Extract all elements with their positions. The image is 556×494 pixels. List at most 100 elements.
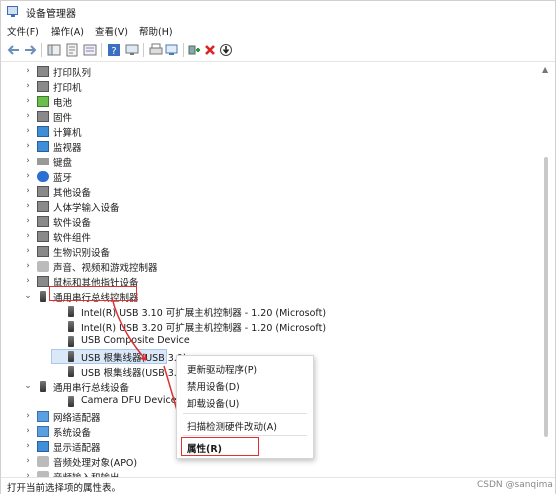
device-manager-app-icon	[7, 6, 18, 17]
scroll-up-arrow-icon[interactable]: ▲	[542, 65, 548, 74]
chevron-right-icon[interactable]: ›	[23, 96, 33, 106]
chevron-right-icon[interactable]: ›	[23, 81, 33, 91]
chevron-right-icon[interactable]: ›	[23, 156, 33, 166]
software-component-icon	[37, 231, 49, 242]
back-arrow-icon[interactable]	[7, 43, 21, 57]
menu-scan-hardware[interactable]: 扫描检测硬件改动(A)	[187, 419, 277, 433]
chevron-down-icon[interactable]: ⌄	[23, 291, 33, 301]
uninstall-device-icon[interactable]	[203, 43, 217, 57]
print-icon[interactable]	[149, 43, 163, 57]
device-label: USB 根集线器(USB 3.0)	[81, 368, 187, 379]
menu-file[interactable]: 文件(F)	[7, 24, 39, 38]
device-category[interactable]: › 软件设备	[1, 214, 536, 229]
usb-icon	[68, 306, 74, 317]
menu-separator	[183, 435, 307, 436]
chevron-right-icon[interactable]: ›	[23, 141, 33, 151]
network-adapter-icon	[37, 411, 49, 422]
hid-icon	[37, 201, 49, 212]
device-category[interactable]: › 蓝牙	[1, 169, 536, 184]
device-label: Intel(R) USB 3.20 可扩展主机控制器 - 1.20 (Micro…	[81, 323, 327, 334]
show-hide-console-tree-icon[interactable]	[47, 43, 61, 57]
device-category[interactable]: › 打印队列	[1, 64, 536, 79]
device-category[interactable]: › 计算机	[1, 124, 536, 139]
device-category[interactable]: › 声音、视频和游戏控制器	[1, 259, 536, 274]
menu-disable-device[interactable]: 禁用设备(D)	[187, 379, 240, 393]
scrollbar-thumb[interactable]	[544, 157, 548, 437]
properties-sheet-icon[interactable]	[65, 43, 79, 57]
menu-uninstall-device[interactable]: 卸载设备(U)	[187, 396, 239, 410]
menu-action[interactable]: 操作(A)	[51, 24, 84, 38]
enable-device-icon[interactable]	[187, 43, 201, 57]
device-category[interactable]: › 生物识别设备	[1, 244, 536, 259]
chevron-right-icon[interactable]: ›	[23, 216, 33, 226]
chevron-right-icon[interactable]: ›	[23, 126, 33, 136]
chevron-down-icon[interactable]: ⌄	[23, 381, 33, 391]
menu-properties[interactable]: 属性(R)	[187, 441, 222, 455]
chevron-right-icon[interactable]: ›	[23, 201, 33, 211]
device-label: 电池	[53, 98, 73, 109]
device-category[interactable]: › 软件组件	[1, 229, 536, 244]
printer-icon	[37, 81, 49, 92]
help-icon[interactable]: ?	[107, 43, 121, 57]
toolbar-divider	[101, 43, 102, 57]
device-category[interactable]: › 打印机	[1, 79, 536, 94]
device-category[interactable]: › 其他设备	[1, 184, 536, 199]
chevron-right-icon[interactable]: ›	[23, 261, 33, 271]
svg-text:?: ?	[111, 46, 116, 57]
device-label: 键盘	[53, 158, 73, 169]
chevron-right-icon[interactable]: ›	[23, 186, 33, 196]
device-category[interactable]: › 监视器	[1, 139, 536, 154]
software-device-icon	[37, 216, 49, 227]
chevron-right-icon[interactable]: ›	[23, 456, 33, 466]
menu-separator	[183, 413, 307, 414]
device-label: Camera DFU Device	[81, 395, 177, 406]
device-category[interactable]: › 人体学输入设备	[1, 199, 536, 214]
vertical-scrollbar[interactable]: ▲	[539, 62, 553, 477]
forward-arrow-icon[interactable]	[23, 43, 37, 57]
device-label: 打印机	[53, 83, 82, 94]
battery-icon	[37, 96, 49, 107]
device-item[interactable]: Intel(R) USB 3.20 可扩展主机控制器 - 1.20 (Micro…	[1, 319, 536, 334]
menu-update-driver[interactable]: 更新驱动程序(P)	[187, 362, 257, 376]
usb-icon	[68, 336, 74, 347]
toolbar-divider	[143, 43, 144, 57]
list-view-icon[interactable]	[83, 43, 97, 57]
bluetooth-icon	[37, 171, 49, 182]
device-label: 打印队列	[53, 68, 92, 79]
menu-help[interactable]: 帮助(H)	[139, 24, 173, 38]
firmware-icon	[37, 111, 49, 122]
title-bar: 设备管理器	[1, 1, 555, 21]
chevron-right-icon[interactable]: ›	[23, 441, 33, 451]
device-category[interactable]: › 固件	[1, 109, 536, 124]
device-item[interactable]: Intel(R) USB 3.10 可扩展主机控制器 - 1.20 (Micro…	[1, 304, 536, 319]
chevron-right-icon[interactable]: ›	[23, 276, 33, 286]
menu-view[interactable]: 查看(V)	[95, 24, 128, 38]
device-label: 音频处理对象(APO)	[53, 458, 138, 469]
device-label: 生物识别设备	[53, 248, 111, 259]
device-category[interactable]: ›音频输入和输出	[1, 469, 536, 477]
chevron-right-icon[interactable]: ›	[23, 411, 33, 421]
usb-icon	[40, 291, 46, 302]
device-label: 显示适配器	[53, 443, 101, 454]
scan-hardware-icon[interactable]	[165, 43, 179, 57]
device-label: 网络适配器	[53, 413, 101, 424]
device-label: 软件设备	[53, 218, 92, 229]
chevron-right-icon[interactable]: ›	[23, 231, 33, 241]
device-label: 声音、视频和游戏控制器	[53, 263, 158, 274]
sound-icon	[37, 261, 49, 272]
device-item[interactable]: USB Composite Device	[1, 334, 536, 349]
chevron-right-icon[interactable]: ›	[23, 426, 33, 436]
chevron-right-icon[interactable]: ›	[23, 171, 33, 181]
biometric-icon	[37, 246, 49, 257]
chevron-right-icon[interactable]: ›	[23, 246, 33, 256]
update-driver-icon[interactable]	[219, 43, 233, 57]
chevron-right-icon[interactable]: ›	[23, 66, 33, 76]
usb-icon	[68, 321, 74, 332]
highlight-box-usb-controllers	[49, 286, 137, 301]
menu-bar: 文件(F) 操作(A) 查看(V) 帮助(H)	[1, 22, 555, 39]
device-label: 其他设备	[53, 188, 92, 199]
chevron-right-icon[interactable]: ›	[23, 111, 33, 121]
display-icon[interactable]	[125, 43, 139, 57]
device-category[interactable]: › 键盘	[1, 154, 536, 169]
device-category[interactable]: › 电池	[1, 94, 536, 109]
